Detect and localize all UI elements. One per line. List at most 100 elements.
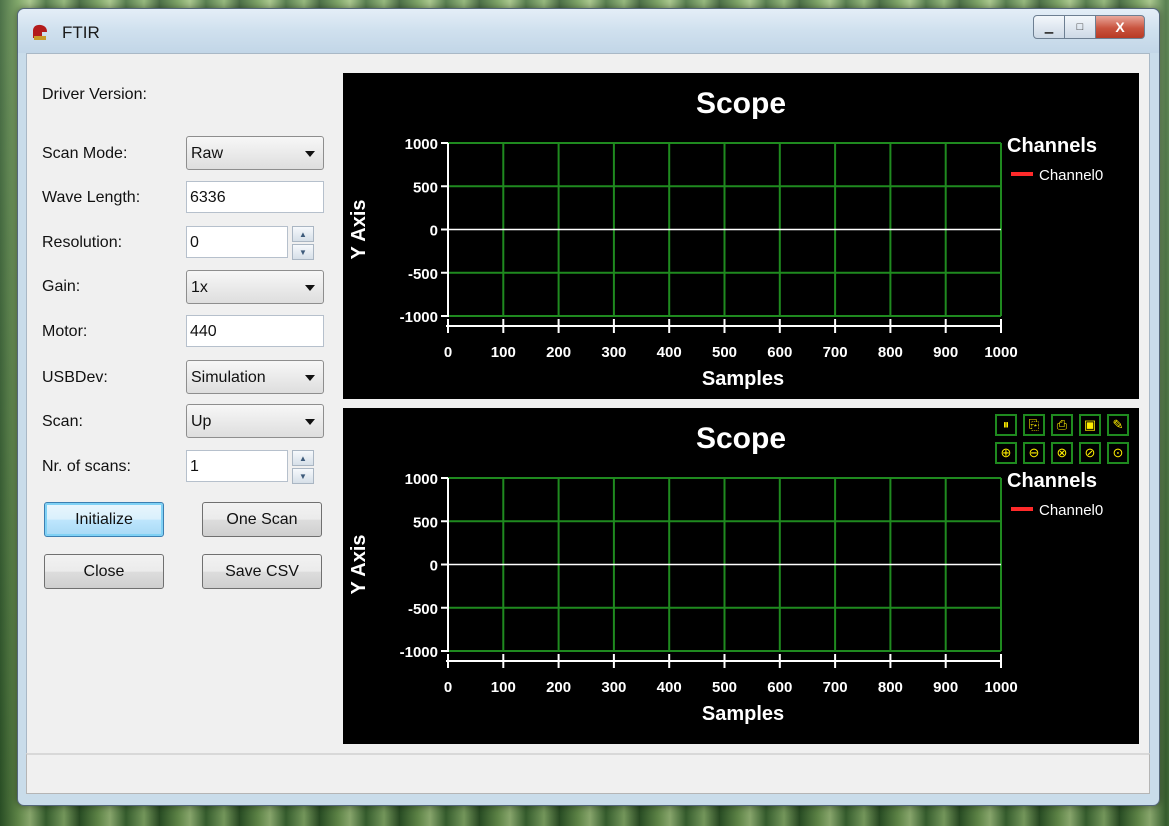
y-tick-label: -1000 <box>400 644 438 661</box>
x-tick-label: 800 <box>878 344 903 361</box>
chevron-down-icon <box>305 285 315 291</box>
client-area: Driver Version: Scan Mode: Raw Wave Leng… <box>26 53 1150 755</box>
x-tick-label: 0 <box>444 344 452 361</box>
x-tick-label: 1000 <box>984 344 1017 361</box>
scope-chart-bottom[interactable]: Scope 1000 500 0 -500 -1000 0 100 200 300 400 500 60… <box>343 408 1139 744</box>
close-window-button[interactable]: X <box>1095 15 1145 39</box>
driver-version-label: Driver Version: <box>42 86 147 103</box>
spin-down-icon[interactable]: ▼ <box>292 468 314 484</box>
usbdev-label: USBDev: <box>42 369 108 386</box>
resolution-label: Resolution: <box>42 234 123 251</box>
y-tick-label: 500 <box>413 514 438 531</box>
save-icon[interactable]: ▣ <box>1079 414 1101 436</box>
wave-length-label: Wave Length: <box>42 189 141 206</box>
scan-select[interactable]: Up <box>186 404 324 438</box>
minimize-button[interactable]: ▁ <box>1033 15 1065 39</box>
one-scan-button[interactable]: One Scan <box>202 502 322 537</box>
x-tick-label: 800 <box>878 679 903 696</box>
motor-field[interactable]: 440 <box>186 315 324 347</box>
spin-up-icon[interactable]: ▲ <box>292 226 314 242</box>
nr-scans-field[interactable]: 1 <box>186 450 288 482</box>
usbdev-value: Simulation <box>191 369 266 386</box>
print-icon[interactable]: ⎙ <box>1051 414 1073 436</box>
x-tick-label: 1000 <box>984 679 1017 696</box>
gain-select[interactable]: 1x <box>186 270 324 304</box>
y-tick-label: -500 <box>408 266 438 283</box>
x-tick-label: 600 <box>767 679 792 696</box>
zoom-reset-icon[interactable]: ⊗ <box>1051 442 1073 464</box>
scan-label: Scan: <box>42 413 83 430</box>
x-tick-label: 500 <box>712 344 737 361</box>
zoom-in-icon[interactable]: ⊕ <box>995 442 1017 464</box>
y-tick-label: 1000 <box>405 471 438 488</box>
close-button[interactable]: Close <box>44 554 164 589</box>
x-tick-label: 100 <box>491 344 516 361</box>
chevron-down-icon <box>305 419 315 425</box>
settings-icon[interactable]: ✎ <box>1107 414 1129 436</box>
resolution-stepper[interactable]: ▲ ▼ <box>292 226 314 260</box>
maximize-button[interactable]: □ <box>1064 15 1096 39</box>
legend-title: Channels <box>1007 135 1097 157</box>
zoom-out-icon[interactable]: ⊖ <box>1023 442 1045 464</box>
window-title: FTIR <box>62 23 100 42</box>
legend-entry: Channel0 <box>1039 167 1103 184</box>
x-tick-label: 500 <box>712 679 737 696</box>
x-axis-label: Samples <box>702 368 784 390</box>
x-tick-label: 300 <box>601 344 626 361</box>
legend-entry: Channel0 <box>1039 502 1103 519</box>
app-icon <box>33 24 47 40</box>
chevron-down-icon <box>305 375 315 381</box>
x-tick-label: 700 <box>823 344 848 361</box>
y-tick-label: 500 <box>413 179 438 196</box>
app-window: FTIR ▁ □ X Driver Version: Scan Mode: Ra… <box>17 8 1160 806</box>
resolution-field[interactable]: 0 <box>186 226 288 258</box>
legend-swatch <box>1011 172 1033 176</box>
y-tick-label: 1000 <box>405 136 438 153</box>
zoom-x-icon[interactable]: ⊘ <box>1079 442 1101 464</box>
nr-scans-stepper[interactable]: ▲ ▼ <box>292 450 314 484</box>
legend-title: Channels <box>1007 470 1097 492</box>
y-tick-label: -1000 <box>400 309 438 326</box>
y-tick-label: 0 <box>430 558 438 575</box>
spin-down-icon[interactable]: ▼ <box>292 244 314 260</box>
scan-mode-value: Raw <box>191 145 224 162</box>
x-tick-label: 400 <box>657 679 682 696</box>
x-tick-label: 100 <box>491 679 516 696</box>
scope-chart-top[interactable]: Scope 1000 500 0 -500 -1000 0 100 200 300 400 500 60… <box>343 73 1139 399</box>
x-tick-label: 200 <box>546 679 571 696</box>
x-tick-label: 600 <box>767 344 792 361</box>
motor-label: Motor: <box>42 323 88 340</box>
x-tick-label: 400 <box>657 344 682 361</box>
y-tick-label: -500 <box>408 601 438 618</box>
x-tick-label: 900 <box>933 679 958 696</box>
scan-value: Up <box>191 413 212 430</box>
pause-icon[interactable]: ⏸ <box>995 414 1017 436</box>
zoom-y-icon[interactable]: ⊙ <box>1107 442 1129 464</box>
initialize-button[interactable]: Initialize <box>44 502 164 537</box>
x-tick-label: 300 <box>601 679 626 696</box>
scan-mode-select[interactable]: Raw <box>186 136 324 170</box>
y-axis-label: Y Axis <box>348 534 370 594</box>
legend-swatch <box>1011 507 1033 511</box>
copy-icon[interactable]: ⎘ <box>1023 414 1045 436</box>
chart-title: Scope <box>696 87 786 120</box>
x-tick-label: 900 <box>933 344 958 361</box>
gain-value: 1x <box>191 279 208 296</box>
chart-title: Scope <box>696 422 786 455</box>
status-bar <box>26 753 1150 794</box>
chevron-down-icon <box>305 151 315 157</box>
scope-toolbar: ⏸ ⎘ ⎙ ▣ ✎ ⊕ ⊖ ⊗ ⊘ ⊙ <box>995 414 1135 466</box>
usbdev-select[interactable]: Simulation <box>186 360 324 394</box>
y-axis-label: Y Axis <box>348 199 370 259</box>
scope-plot-top: Scope 1000 500 0 -500 -1000 0 100 200 300 400 500 60… <box>348 87 1103 390</box>
x-tick-label: 700 <box>823 679 848 696</box>
wave-length-field[interactable]: 6336 <box>186 181 324 213</box>
nr-scans-label: Nr. of scans: <box>42 458 131 475</box>
x-tick-label: 200 <box>546 344 571 361</box>
scan-mode-label: Scan Mode: <box>42 145 128 162</box>
title-bar[interactable]: FTIR ▁ □ X <box>18 9 1159 53</box>
x-tick-label: 0 <box>444 679 452 696</box>
y-tick-label: 0 <box>430 223 438 240</box>
spin-up-icon[interactable]: ▲ <box>292 450 314 466</box>
save-csv-button[interactable]: Save CSV <box>202 554 322 589</box>
